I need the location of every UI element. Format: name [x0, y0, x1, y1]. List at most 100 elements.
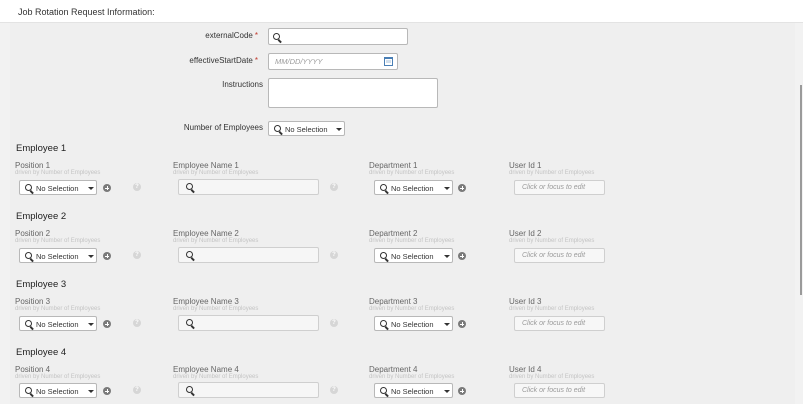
help-icon[interactable]: ? — [133, 251, 141, 259]
employee-name-hint: driven by Number of Employees — [173, 374, 259, 380]
help-icon[interactable]: ? — [133, 319, 141, 327]
position-select[interactable]: No Selection — [19, 248, 97, 263]
user-id-hint: driven by Number of Employees — [509, 374, 595, 380]
external-code-label-text: externalCode — [205, 31, 253, 40]
department-select[interactable]: No Selection — [374, 180, 453, 195]
user-id-hint: driven by Number of Employees — [509, 238, 595, 244]
chevron-down-icon[interactable] — [444, 255, 450, 258]
chevron-down-icon[interactable] — [88, 323, 94, 326]
select-value: No Selection — [391, 252, 434, 261]
number-of-employees-select[interactable]: No Selection — [268, 121, 345, 136]
external-code-input[interactable] — [268, 28, 408, 45]
employee-name-input[interactable] — [178, 247, 319, 263]
position-hint: driven by Number of Employees — [15, 374, 101, 380]
department-label: Department 1 — [369, 161, 418, 170]
position-hint: driven by Number of Employees — [15, 238, 101, 244]
search-icon — [274, 125, 283, 134]
select-value: No Selection — [36, 387, 79, 396]
plus-icon[interactable] — [458, 252, 466, 260]
chevron-down-icon[interactable] — [444, 323, 450, 326]
help-icon[interactable]: ? — [133, 183, 141, 191]
position-select[interactable]: No Selection — [19, 383, 97, 398]
calendar-icon[interactable] — [384, 57, 393, 66]
position-select[interactable]: No Selection — [19, 180, 97, 195]
required-mark: * — [254, 31, 258, 40]
chevron-down-icon[interactable] — [88, 255, 94, 258]
position-label: Position 1 — [15, 161, 51, 170]
department-select[interactable]: No Selection — [374, 383, 453, 398]
chevron-down-icon[interactable] — [444, 187, 450, 190]
section-title: Employee 3 — [16, 279, 67, 290]
scrollbar[interactable] — [800, 85, 802, 295]
page-header: Job Rotation Request Information: — [0, 0, 803, 23]
effective-start-date-input[interactable]: MM/DD/YYYY — [268, 53, 398, 70]
employee-name-input[interactable] — [178, 179, 319, 195]
section-title: Employee 4 — [16, 347, 67, 358]
plus-icon[interactable] — [103, 387, 111, 395]
external-code-label: externalCode * — [205, 31, 258, 40]
required-mark: * — [254, 56, 258, 65]
select-value: No Selection — [36, 320, 79, 329]
select-value: No Selection — [391, 184, 434, 193]
department-label: Department 3 — [369, 297, 418, 306]
department-select[interactable]: No Selection — [374, 248, 453, 263]
user-id-label: User Id 4 — [509, 365, 542, 374]
instructions-textarea[interactable] — [268, 78, 438, 108]
department-hint: driven by Number of Employees — [369, 306, 455, 312]
department-hint: driven by Number of Employees — [369, 170, 455, 176]
chevron-down-icon[interactable] — [444, 390, 450, 393]
select-value: No Selection — [36, 184, 79, 193]
user-id-input[interactable]: Click or focus to edit — [514, 248, 605, 263]
help-icon[interactable]: ? — [330, 183, 338, 191]
user-id-input[interactable]: Click or focus to edit — [514, 316, 605, 331]
help-icon[interactable]: ? — [330, 386, 338, 394]
instructions-label: Instructions — [222, 80, 263, 89]
help-icon[interactable]: ? — [330, 319, 338, 327]
search-icon[interactable] — [273, 33, 282, 42]
employee-name-label: Employee Name 1 — [173, 161, 239, 170]
plus-icon[interactable] — [458, 387, 466, 395]
help-icon[interactable]: ? — [330, 251, 338, 259]
edit-placeholder: Click or focus to edit — [522, 252, 586, 259]
user-id-label: User Id 3 — [509, 297, 542, 306]
search-icon — [25, 252, 34, 261]
plus-icon[interactable] — [103, 252, 111, 260]
employee-name-label: Employee Name 2 — [173, 229, 239, 238]
search-icon — [25, 320, 34, 329]
user-id-input[interactable]: Click or focus to edit — [514, 383, 605, 398]
plus-icon[interactable] — [458, 184, 466, 192]
edit-placeholder: Click or focus to edit — [522, 320, 586, 327]
position-select[interactable]: No Selection — [19, 316, 97, 331]
user-id-hint: driven by Number of Employees — [509, 306, 595, 312]
position-label: Position 3 — [15, 297, 51, 306]
employee-name-hint: driven by Number of Employees — [173, 306, 259, 312]
chevron-down-icon[interactable] — [88, 187, 94, 190]
user-id-label: User Id 1 — [509, 161, 542, 170]
position-hint: driven by Number of Employees — [15, 306, 101, 312]
select-value: No Selection — [391, 387, 434, 396]
chevron-down-icon[interactable] — [336, 128, 342, 131]
edit-placeholder: Click or focus to edit — [522, 387, 586, 394]
number-of-employees-label: Number of Employees — [183, 123, 263, 132]
plus-icon[interactable] — [103, 320, 111, 328]
page-title: Job Rotation Request Information: — [18, 7, 155, 17]
employee-name-input[interactable] — [178, 382, 319, 398]
employee-name-input[interactable] — [178, 315, 319, 331]
effective-start-date-label: effectiveStartDate * — [189, 56, 258, 65]
department-label: Department 4 — [369, 365, 418, 374]
chevron-down-icon[interactable] — [88, 390, 94, 393]
department-select[interactable]: No Selection — [374, 316, 453, 331]
search-icon — [380, 320, 389, 329]
edit-placeholder: Click or focus to edit — [522, 184, 586, 191]
section-title: Employee 2 — [16, 211, 67, 222]
plus-icon[interactable] — [103, 184, 111, 192]
select-value: No Selection — [391, 320, 434, 329]
user-id-hint: driven by Number of Employees — [509, 170, 595, 176]
user-id-input[interactable]: Click or focus to edit — [514, 180, 605, 195]
plus-icon[interactable] — [458, 320, 466, 328]
help-icon[interactable]: ? — [133, 386, 141, 394]
position-label: Position 2 — [15, 229, 51, 238]
user-id-label: User Id 2 — [509, 229, 542, 238]
search-icon — [380, 252, 389, 261]
search-icon — [186, 319, 195, 328]
